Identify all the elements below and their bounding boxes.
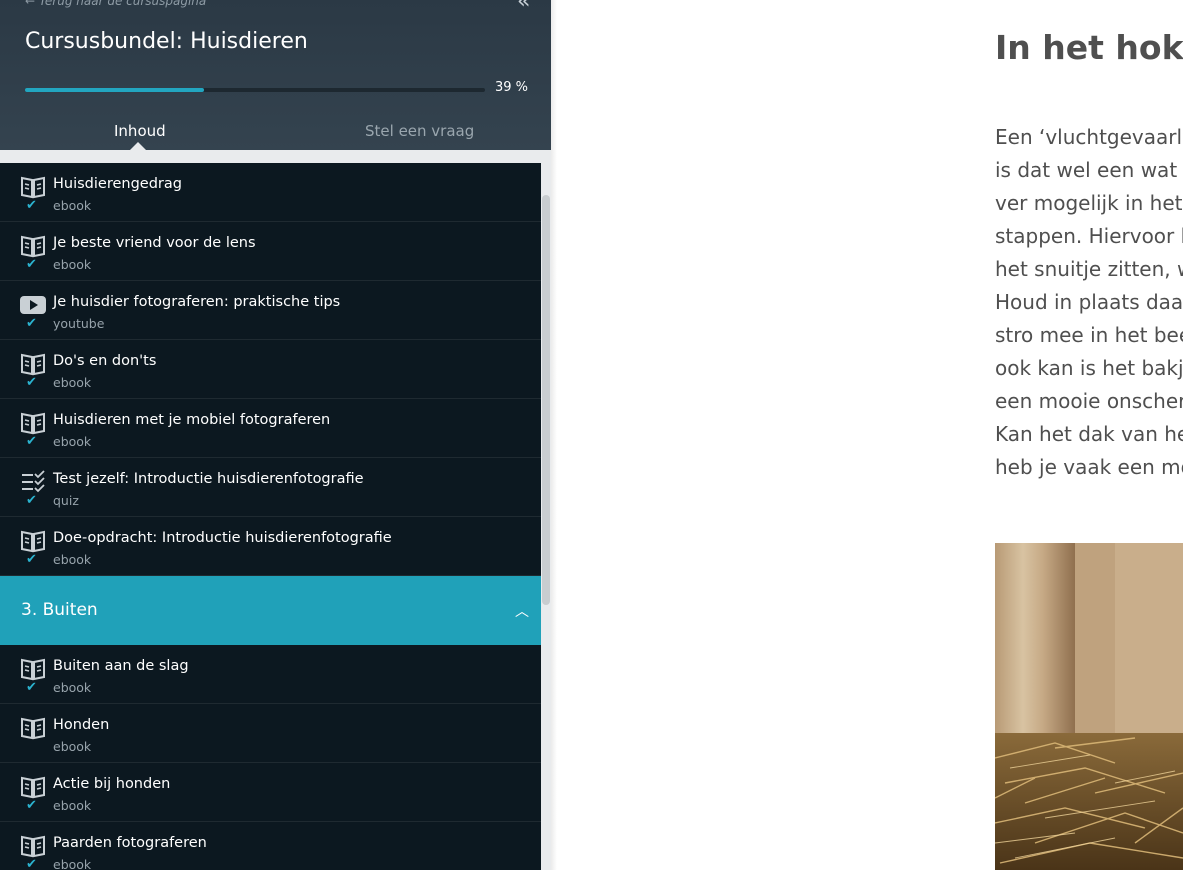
lesson-type: ebook [53,198,92,213]
lesson-title: Actie bij honden [53,776,171,792]
lesson-item[interactable]: ✔ Huisdierengedrag ebook [0,163,541,222]
checkmark-icon: ✔ [26,680,37,695]
lesson-item[interactable]: Honden ebook [0,704,541,763]
lesson-item[interactable]: ✔ Test jezelf: Introductie huisdierenfoto… [0,458,541,517]
lesson-title: Je beste vriend voor de lens [53,235,256,251]
paragraph-line: is dat wel een wat n [995,158,1183,182]
back-to-course-link[interactable]: ← Terug naar de cursuspagina [25,0,206,8]
paragraph-line: ver mogelijk in het l [995,191,1183,215]
course-title: Cursusbundel: Huisdieren [25,29,308,54]
arrow-left-icon: ← [25,0,36,8]
checkmark-icon: ✔ [26,493,37,508]
book-icon [20,529,46,553]
checkmark-icon: ✔ [26,552,37,567]
tab-stel-een-vraag[interactable]: Stel een vraag [365,122,474,140]
lesson-item[interactable]: ✔ Paarden fotograferen ebook [0,822,541,870]
paragraph-line: Houd in plaats daar [995,290,1183,314]
book-icon [20,775,46,799]
lesson-item[interactable]: ✔ Doe-opdracht: Introductie huisdierenfot… [0,517,541,576]
sidebar-scrollbar[interactable] [541,195,551,605]
lesson-item[interactable]: ✔ Huisdieren met je mobiel fotograferen eb… [0,399,541,458]
lesson-item[interactable]: ✔ Actie bij honden ebook [0,763,541,822]
content-divider [551,0,557,870]
lesson-title: Paarden fotograferen [53,835,207,851]
active-tab-indicator [130,142,146,150]
lesson-type: ebook [53,798,92,813]
checkmark-icon: ✔ [26,798,37,813]
collapse-sidebar-button[interactable]: « [517,0,535,14]
checkmark-icon: ✔ [26,316,37,331]
lesson-title: Huisdierengedrag [53,176,182,192]
paragraph-line: heb je vaak een mo [995,455,1183,479]
paragraph-line: ook kan is het bakje [995,356,1183,380]
paragraph-line: Kan het dak van het [995,422,1183,446]
lesson-type: youtube [53,316,105,331]
checkmark-icon: ✔ [26,375,37,390]
course-progress-bar [25,88,485,92]
lesson-item[interactable]: ✔ Buiten aan de slag ebook [0,645,541,704]
paragraph-line: Een ‘vluchtgevaarlij [995,125,1183,149]
section-label: 3. Buiten [21,600,98,620]
chevron-up-icon: ︿ [515,604,529,620]
book-icon [20,352,46,376]
lesson-item[interactable]: ✔ Je beste vriend voor de lens ebook [0,222,541,281]
hamster-hok-photo [995,543,1183,870]
book-icon [20,657,46,681]
lesson-type: ebook [53,739,92,754]
lesson-type: ebook [53,257,92,272]
checkmark-icon: ✔ [26,257,37,272]
tab-inhoud[interactable]: Inhoud [114,122,166,140]
quiz-icon [20,470,46,494]
scrollbar-thumb[interactable] [542,195,550,605]
lesson-type: quiz [53,493,79,508]
paragraph-line: het snuitje zitten, w [995,257,1183,281]
lesson-item[interactable]: ✔ Do's en don'ts ebook [0,340,541,399]
book-icon [20,175,46,199]
course-progress-label: 39 % [495,80,529,95]
course-sidebar: ← Terug naar de cursuspagina « Cursusbund… [0,0,551,870]
course-progress-fill [25,88,205,92]
lesson-type: ebook [53,375,92,390]
paragraph-line: een mooie onscher [995,389,1183,413]
lesson-type: ebook [53,680,92,695]
lesson-title: Huisdieren met je mobiel fotograferen [53,412,331,428]
paragraph-line: stappen. Hiervoor h [995,224,1183,248]
checkmark-icon: ✔ [26,434,37,449]
sidebar-header: ← Terug naar de cursuspagina « Cursusbund… [0,0,551,150]
double-chevron-left-icon: « [517,0,531,14]
lesson-type: ebook [53,434,92,449]
lesson-paragraph: Een ‘vluchtgevaarlij is dat wel een wat n… [995,121,1183,484]
section-header-buiten[interactable]: 3. Buiten ︿ [0,576,541,645]
lesson-title: Buiten aan de slag [53,658,189,674]
lesson-title: Honden [53,717,110,733]
lesson-title: Test jezelf: Introductie huisdierenfotog… [53,471,364,487]
book-icon [20,234,46,258]
lesson-item[interactable]: ✔ Je huisdier fotograferen: praktische ti… [0,281,541,340]
lesson-type: ebook [53,552,92,567]
lesson-type: ebook [53,857,92,870]
book-icon [20,834,46,858]
paragraph-line: stro mee in het bee [995,323,1183,347]
checkmark-icon: ✔ [26,198,37,213]
book-icon [20,716,46,740]
checkmark-icon: ✔ [26,857,37,870]
back-link-label: Terug naar de cursuspagina [39,0,207,8]
lesson-title: Do's en don'ts [53,353,157,369]
lesson-title: Doe-opdracht: Introductie huisdierenfoto… [53,530,392,546]
play-icon [20,293,46,317]
page-title: In het hok [995,28,1183,67]
book-icon [20,411,46,435]
lesson-title: Je huisdier fotograferen: praktische tip… [53,294,341,310]
